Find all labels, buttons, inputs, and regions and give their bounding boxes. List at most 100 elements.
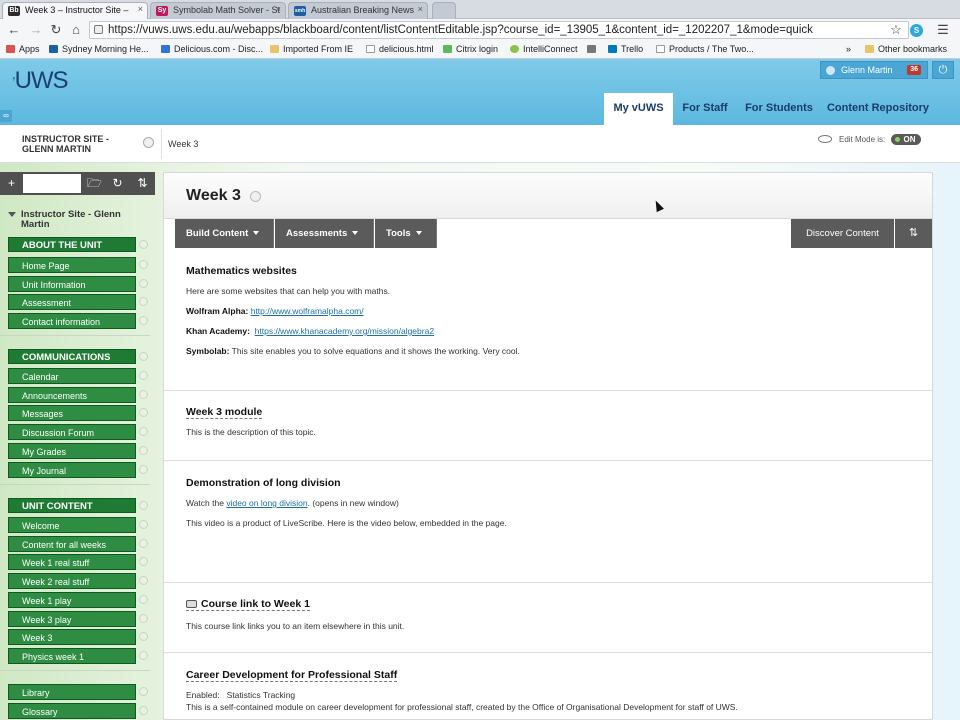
menu-options-icon[interactable]	[139, 651, 148, 660]
sidebar-item[interactable]: Home Page	[8, 257, 136, 273]
browser-tab-3[interactable]: smh Australian Breaking News ×	[288, 2, 428, 19]
menu-options-icon[interactable]	[139, 297, 148, 306]
forward-icon[interactable]: →	[28, 22, 44, 38]
tools-button[interactable]: Tools	[375, 219, 437, 248]
menu-site-title[interactable]: Instructor Site - Glenn Martin	[8, 210, 138, 230]
tab-my-vuws[interactable]: My vUWS	[604, 93, 673, 125]
item-title[interactable]: Mathematics websites	[186, 265, 297, 277]
sidebar-item[interactable]: Unit Information	[8, 276, 136, 292]
reorder-icon[interactable]: ⇅	[895, 219, 932, 248]
bookmark-imported-ie[interactable]: Imported From IE	[270, 44, 353, 54]
sidebar-item[interactable]: My Grades	[8, 443, 136, 459]
sidebar-item[interactable]: Messages	[8, 405, 136, 421]
menu-options-icon[interactable]	[139, 687, 148, 696]
wolfram-link[interactable]: http://www.wolframalpha.com/	[251, 306, 364, 316]
menu-options-icon[interactable]	[139, 557, 148, 566]
menu-options-icon[interactable]	[139, 371, 148, 380]
bookmark-citrix[interactable]: Citrix login	[443, 44, 498, 54]
video-link[interactable]: video on long division	[226, 498, 307, 508]
item-title[interactable]: Week 3 module	[186, 406, 263, 419]
home-icon[interactable]: ⌂	[68, 22, 84, 38]
sidebar-item[interactable]: Announcements	[8, 387, 136, 403]
folder-view-icon[interactable]: 🗁	[83, 172, 106, 195]
bookmark-delicious[interactable]: Delicious.com - Disc...	[161, 44, 263, 54]
menu-options-icon[interactable]	[139, 240, 148, 249]
sidebar-item[interactable]: Library	[8, 684, 136, 700]
close-icon[interactable]: ×	[138, 4, 143, 14]
menu-section-header[interactable]: ABOUT THE UNIT	[8, 237, 136, 252]
discover-content-button[interactable]: Discover Content	[791, 219, 894, 248]
collapse-icon[interactable]	[8, 212, 16, 217]
build-content-button[interactable]: Build Content	[175, 219, 274, 248]
refresh-icon[interactable]: ↻	[106, 172, 129, 195]
sidebar-item[interactable]: My Journal	[8, 462, 136, 478]
menu-options-icon[interactable]	[139, 539, 148, 548]
menu-options-icon[interactable]	[139, 408, 148, 417]
sidebar-item[interactable]: Week 3 play	[8, 611, 136, 627]
menu-options-icon[interactable]	[139, 614, 148, 623]
skype-icon[interactable]: S	[910, 24, 923, 37]
khan-link[interactable]: https://www.khanacademy.org/mission/alge…	[255, 326, 434, 336]
sidebar-item[interactable]: Discussion Forum	[8, 424, 136, 440]
menu-options-icon[interactable]	[139, 595, 148, 604]
assessments-button[interactable]: Assessments	[275, 219, 374, 248]
bookmark-intelliconnect[interactable]: IntelliConnect	[510, 44, 578, 54]
menu-options-icon[interactable]	[139, 465, 148, 474]
menu-options-icon[interactable]	[139, 446, 148, 455]
menu-options-icon[interactable]	[139, 520, 148, 529]
tab-for-students[interactable]: For Students	[740, 93, 818, 125]
sidebar-item[interactable]: Week 1 real stuff	[8, 554, 136, 570]
eye-icon[interactable]	[818, 135, 832, 143]
new-tab-button[interactable]	[432, 2, 456, 19]
item-title[interactable]: Demonstration of long division	[186, 477, 341, 489]
back-icon[interactable]: ←	[6, 22, 22, 38]
menu-options-icon[interactable]	[139, 279, 148, 288]
sidebar-item[interactable]: Physics week 1	[8, 648, 136, 664]
bookmark-delicious-html[interactable]: delicious.html	[366, 44, 434, 54]
sidebar-item[interactable]: Week 3	[8, 629, 136, 645]
sidebar-item[interactable]: Week 1 play	[8, 592, 136, 608]
menu-section-header[interactable]: COMMUNICATIONS	[8, 349, 136, 364]
other-bookmarks[interactable]: Other bookmarks	[865, 44, 947, 54]
bookmark-smh[interactable]: Sydney Morning He...	[49, 44, 149, 54]
item-title[interactable]: Course link to Week 1	[186, 598, 310, 611]
bookmark-products[interactable]: Products / The Two...	[656, 44, 754, 54]
course-menu-button[interactable]	[143, 137, 154, 148]
star-icon[interactable]: ☆	[888, 22, 904, 38]
sidebar-item[interactable]: Welcome	[8, 517, 136, 533]
link-icon[interactable]: ∞	[0, 110, 12, 122]
bookmark-cc[interactable]	[587, 44, 600, 54]
menu-section-header[interactable]: UNIT CONTENT	[8, 498, 136, 513]
reload-icon[interactable]: ↻	[48, 22, 64, 38]
sidebar-item[interactable]: Calendar	[8, 368, 136, 384]
sidebar-item[interactable]: Assessment	[8, 294, 136, 310]
sidebar-item[interactable]: Week 2 real stuff	[8, 573, 136, 589]
menu-options-icon[interactable]	[139, 427, 148, 436]
item-title[interactable]: Career Development for Professional Staf…	[186, 669, 398, 682]
menu-options-icon[interactable]	[139, 632, 148, 641]
menu-icon[interactable]: ☰	[935, 22, 951, 38]
user-menu[interactable]: Glenn Martin 36	[820, 61, 928, 79]
close-icon[interactable]: ×	[276, 4, 281, 14]
course-site-name[interactable]: INSTRUCTOR SITE - GLENN MARTIN	[22, 134, 142, 154]
uws-logo[interactable]: ’UWS	[12, 67, 69, 95]
reorder-icon[interactable]: ⇅	[131, 172, 154, 195]
close-icon[interactable]: ×	[418, 4, 423, 14]
sidebar-item[interactable]: Glossary	[8, 703, 136, 719]
sidebar-item[interactable]: Contact information	[8, 313, 136, 329]
bookmark-trello[interactable]: Trello	[608, 44, 643, 54]
browser-tab-2[interactable]: Sy Symbolab Math Solver - St ×	[150, 2, 286, 19]
bookmark-apps[interactable]: Apps	[6, 44, 40, 54]
menu-options-icon[interactable]	[139, 576, 148, 585]
page-options-button[interactable]	[250, 191, 261, 202]
menu-options-icon[interactable]	[139, 352, 148, 361]
edit-mode-toggle[interactable]: ON	[891, 134, 922, 145]
menu-options-icon[interactable]	[139, 501, 148, 510]
menu-options-icon[interactable]	[139, 260, 148, 269]
tab-content-repository[interactable]: Content Repository	[826, 93, 930, 125]
url-field[interactable]: https://vuws.uws.edu.au/webapps/blackboa…	[89, 21, 909, 39]
sidebar-item[interactable]: Content for all weeks	[8, 536, 136, 552]
browser-tab-1[interactable]: Bb Week 3 – Instructor Site – ×	[2, 2, 148, 19]
menu-search-input[interactable]	[23, 174, 81, 193]
logout-icon[interactable]: ⏻	[932, 61, 954, 79]
